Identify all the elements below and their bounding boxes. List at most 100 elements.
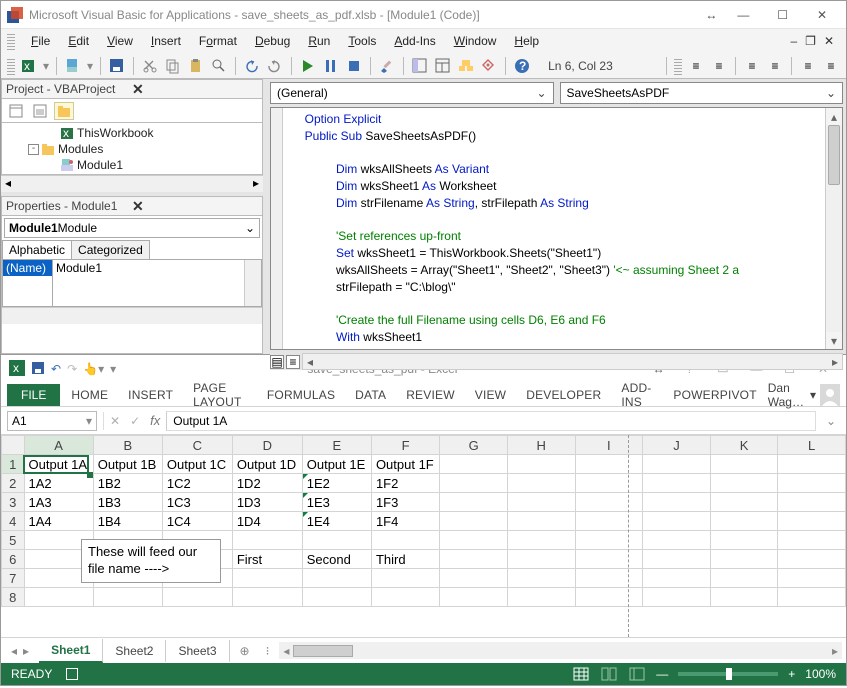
insert-module-icon[interactable]: [64, 57, 82, 75]
col-header-C[interactable]: C: [162, 436, 232, 455]
code-hscrollbar[interactable]: ◂▸: [302, 353, 843, 370]
zoom-in-button[interactable]: +: [788, 667, 795, 681]
project-explorer-header[interactable]: Project - VBAProject ✕: [1, 79, 263, 99]
properties-vscrollbar[interactable]: [244, 260, 261, 306]
folder-toggle-icon[interactable]: [54, 102, 74, 120]
scroll-down-icon[interactable]: ▾: [826, 332, 842, 349]
properties-object-combo[interactable]: Module1 Module ⌄: [4, 218, 260, 238]
minimize-button[interactable]: —: [725, 4, 761, 26]
cell-J3[interactable]: [643, 493, 711, 512]
cell-D6[interactable]: First: [232, 550, 302, 569]
cell-L4[interactable]: [778, 512, 846, 531]
cell-I5[interactable]: [575, 531, 643, 550]
cell-E4[interactable]: 1E4: [302, 512, 371, 531]
cell-E3[interactable]: 1E3: [302, 493, 371, 512]
cell-A8[interactable]: [24, 588, 93, 607]
copy-icon[interactable]: [164, 57, 182, 75]
cell-A2[interactable]: 1A2: [24, 474, 93, 493]
property-value[interactable]: Module1: [53, 260, 244, 276]
cell-G6[interactable]: [440, 550, 508, 569]
cell-K4[interactable]: [710, 512, 778, 531]
cell-I6[interactable]: [575, 550, 643, 569]
cell-J4[interactable]: [643, 512, 711, 531]
cell-C8[interactable]: [162, 588, 232, 607]
code-vscrollbar[interactable]: ▴ ▾: [825, 108, 842, 349]
tab-developer[interactable]: DEVELOPER: [517, 384, 610, 406]
col-header-B[interactable]: B: [93, 436, 162, 455]
reset-icon[interactable]: [345, 57, 363, 75]
cell-A3[interactable]: 1A3: [24, 493, 93, 512]
cell-B1[interactable]: Output 1B: [93, 455, 162, 474]
qat-customize-icon[interactable]: ▾: [110, 362, 116, 376]
chevron-down-icon[interactable]: ▾: [86, 414, 92, 428]
row-header-6[interactable]: 6: [2, 550, 25, 569]
close-icon[interactable]: ✕: [128, 198, 258, 215]
row-header-2[interactable]: 2: [2, 474, 25, 493]
toolbar-gripper-icon[interactable]: [7, 32, 15, 50]
cell-G3[interactable]: [440, 493, 508, 512]
cell-B8[interactable]: [93, 588, 162, 607]
row-header-1[interactable]: 1: [2, 455, 25, 474]
enter-formula-icon[interactable]: ✓: [130, 414, 140, 428]
formula-input[interactable]: Output 1A: [166, 411, 816, 431]
paste-icon[interactable]: [187, 57, 205, 75]
cell-D8[interactable]: [232, 588, 302, 607]
close-icon[interactable]: ✕: [128, 81, 258, 98]
cell-E1[interactable]: Output 1E: [302, 455, 371, 474]
cell-L6[interactable]: [778, 550, 846, 569]
sheet-tab-1[interactable]: Sheet1: [39, 639, 103, 663]
uncomment-icon[interactable]: ≡: [766, 57, 784, 75]
cell-J7[interactable]: [643, 569, 711, 588]
menu-addins[interactable]: Add-Ins: [386, 32, 443, 50]
cell-G2[interactable]: [440, 474, 508, 493]
cell-I7[interactable]: [575, 569, 643, 588]
cell-L2[interactable]: [778, 474, 846, 493]
cell-F6[interactable]: Third: [371, 550, 439, 569]
cell-G8[interactable]: [440, 588, 508, 607]
cell-I8[interactable]: [575, 588, 643, 607]
toolbox-icon[interactable]: [480, 57, 498, 75]
cell-F8[interactable]: [371, 588, 439, 607]
col-header-F[interactable]: F: [371, 436, 439, 455]
cell-C2[interactable]: 1C2: [162, 474, 232, 493]
project-explorer-icon[interactable]: [411, 57, 429, 75]
cell-F2[interactable]: 1F2: [371, 474, 439, 493]
fx-icon[interactable]: fx: [150, 413, 160, 428]
sheet-hscrollbar[interactable]: ◂ ▸: [279, 642, 842, 659]
cell-A4[interactable]: 1A4: [24, 512, 93, 531]
maximize-button[interactable]: ☐: [765, 4, 801, 26]
cell-K1[interactable]: [710, 455, 778, 474]
menu-file[interactable]: File: [23, 32, 58, 50]
properties-window-icon[interactable]: [434, 57, 452, 75]
worksheet-area[interactable]: ABCDEFGHIJKL1Output 1AOutput 1BOutput 1C…: [1, 435, 846, 637]
sheet-nav-last-icon[interactable]: ▸: [23, 644, 29, 658]
find-icon[interactable]: [210, 57, 228, 75]
sheet-nav-first-icon[interactable]: ◂: [11, 644, 17, 658]
cell-I1[interactable]: [575, 455, 643, 474]
chevron-down-icon[interactable]: ⌄: [536, 86, 546, 100]
menu-debug[interactable]: Debug: [247, 32, 298, 50]
cell-A1[interactable]: Output 1A: [24, 455, 93, 474]
cell-E6[interactable]: Second: [302, 550, 371, 569]
cell-F7[interactable]: [371, 569, 439, 588]
row-header-5[interactable]: 5: [2, 531, 25, 550]
object-combo[interactable]: (General) ⌄: [270, 82, 554, 104]
cell-J5[interactable]: [643, 531, 711, 550]
tab-view[interactable]: VIEW: [466, 384, 515, 406]
toolbar-gripper-icon[interactable]: [674, 57, 682, 75]
bookmark-icon[interactable]: ≡: [799, 57, 817, 75]
cell-K5[interactable]: [710, 531, 778, 550]
row-header-4[interactable]: 4: [2, 512, 25, 531]
cell-L5[interactable]: [778, 531, 846, 550]
view-object-icon[interactable]: [30, 102, 50, 120]
tab-home[interactable]: HOME: [62, 384, 117, 406]
col-header-E[interactable]: E: [302, 436, 371, 455]
col-header-D[interactable]: D: [232, 436, 302, 455]
tree-item-modules[interactable]: - Modules: [2, 141, 262, 157]
cell-E7[interactable]: [302, 569, 371, 588]
cell-H1[interactable]: [507, 455, 575, 474]
cell-K7[interactable]: [710, 569, 778, 588]
cell-B4[interactable]: 1B4: [93, 512, 162, 531]
cell-K6[interactable]: [710, 550, 778, 569]
zoom-level[interactable]: 100%: [805, 667, 836, 681]
